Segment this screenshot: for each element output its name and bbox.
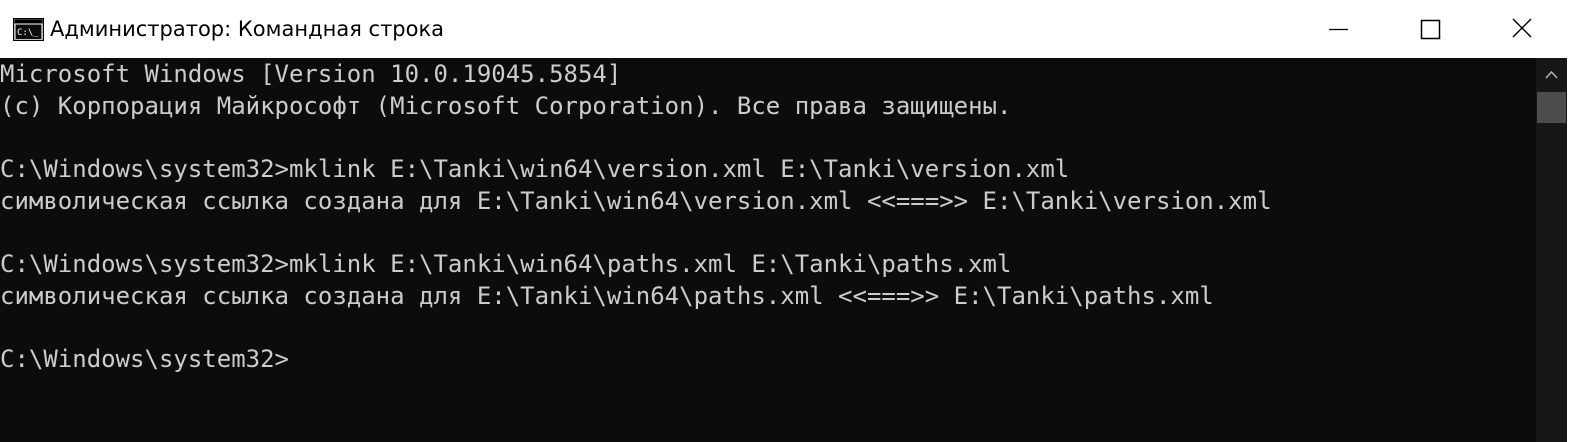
close-icon: [1512, 18, 1532, 38]
console-prompt[interactable]: C:\Windows\system32>: [0, 343, 289, 375]
title-bar[interactable]: C:\_ Администратор: Командная строка: [0, 0, 1585, 58]
console-line: (c) Корпорация Майкрософт (Microsoft Cor…: [0, 92, 1012, 120]
scrollbar-thumb[interactable]: [1537, 92, 1566, 123]
minimize-icon: [1329, 28, 1348, 31]
console-line: символическая ссылка создана для E:\Tank…: [0, 187, 1272, 215]
console-line: символическая ссылка создана для E:\Tank…: [0, 282, 1214, 310]
window-title: Администратор: Командная строка: [50, 17, 445, 41]
svg-text:C:\_: C:\_: [17, 28, 39, 38]
window-frame-edge: [1567, 58, 1585, 442]
maximize-button[interactable]: [1384, 0, 1476, 58]
console-line: Microsoft Windows [Version 10.0.19045.58…: [0, 60, 622, 88]
vertical-scrollbar[interactable]: [1536, 58, 1567, 442]
minimize-button[interactable]: [1292, 0, 1384, 58]
console-line: C:\Windows\system32>mklink E:\Tanki\win6…: [0, 250, 1012, 278]
command-prompt-window: C:\_ Администратор: Командная строка Mic…: [0, 0, 1585, 442]
scroll-up-button[interactable]: [1536, 58, 1567, 92]
cmd-icon[interactable]: C:\_: [12, 17, 45, 42]
console-output[interactable]: Microsoft Windows [Version 10.0.19045.58…: [0, 58, 1536, 442]
close-button[interactable]: [1476, 0, 1585, 58]
chevron-up-icon: [1545, 70, 1558, 79]
maximize-icon: [1420, 19, 1441, 40]
console-line: C:\Windows\system32>mklink E:\Tanki\win6…: [0, 155, 1070, 183]
